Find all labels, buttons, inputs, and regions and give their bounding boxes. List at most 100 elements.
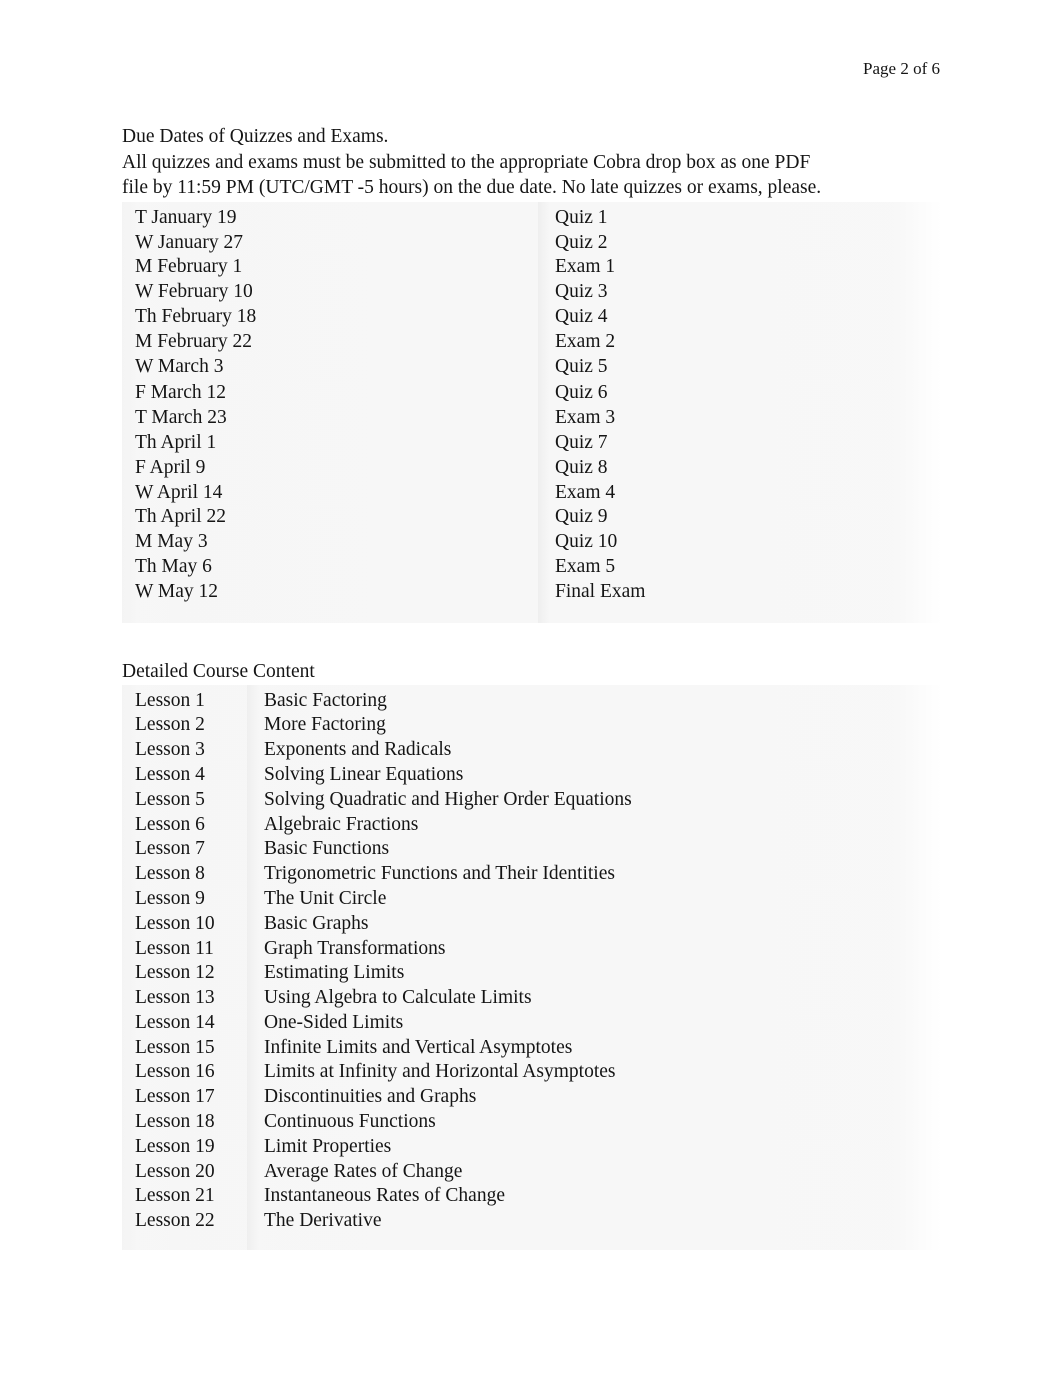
due-date-cell: M May 3 [122,530,538,555]
assessment-cell: Quiz 10 [538,530,942,555]
lesson-topic-cell: More Factoring [247,713,942,739]
course-content-heading: Detailed Course Content [122,660,315,682]
table-row: Lesson 10 Basic Graphs [122,911,942,937]
table-row: W February 10 Quiz 3 [122,280,942,305]
table-row: W May 12 Final Exam [122,579,942,623]
table-row: M May 3 Quiz 10 [122,530,942,555]
assessment-cell: Quiz 3 [538,280,942,305]
document-body: Due Dates of Quizzes and Exams. All quiz… [122,124,942,1251]
lesson-number-cell: Lesson 10 [122,911,247,937]
lesson-topic-cell: Discontinuities and Graphs [247,1085,942,1111]
due-date-cell: F March 12 [122,379,538,407]
lesson-topic-cell: Basic Graphs [247,911,942,937]
assessment-cell: Final Exam [538,579,942,623]
table-row: Lesson 19 Limit Properties [122,1134,942,1160]
table-row: Lesson 16 Limits at Infinity and Horizont… [122,1060,942,1086]
lesson-topic-cell: Estimating Limits [247,961,942,987]
lesson-topic-cell: Basic Factoring [247,684,942,714]
document-page: Page 2 of 6 Due Dates of Quizzes and Exa… [0,0,1062,1376]
assessment-cell: Exam 4 [538,480,942,506]
due-date-cell: W May 12 [122,579,538,623]
lesson-number-cell: Lesson 7 [122,837,247,863]
lesson-number-cell: Lesson 17 [122,1085,247,1111]
table-row: Lesson 3 Exponents and Radicals [122,738,942,763]
due-date-cell: W February 10 [122,280,538,305]
assessment-cell: Quiz 1 [538,201,942,231]
assessment-cell: Quiz 2 [538,230,942,256]
lesson-number-cell: Lesson 2 [122,713,247,739]
table-row: Th February 18 Quiz 4 [122,304,942,330]
table-row: Th May 6 Exam 5 [122,554,942,580]
lesson-topic-cell: Continuous Functions [247,1110,942,1135]
table-row: Lesson 5 Solving Quadratic and Higher Ord… [122,787,942,813]
lesson-topic-cell: Trigonometric Functions and Their Identi… [247,862,942,887]
assessment-cell: Exam 3 [538,406,942,431]
lesson-number-cell: Lesson 21 [122,1184,247,1210]
table-row: Lesson 8 Trigonometric Functions and Thei… [122,862,942,887]
lesson-topic-cell: Basic Functions [247,837,942,863]
table-row: Lesson 2 More Factoring [122,713,942,739]
table-row: Lesson 15 Infinite Limits and Vertical As… [122,1035,942,1061]
lesson-number-cell: Lesson 16 [122,1060,247,1086]
table-row: Lesson 20 Average Rates of Change [122,1159,942,1185]
lesson-topic-cell: Algebraic Fractions [247,812,942,838]
lesson-topic-cell: Using Algebra to Calculate Limits [247,986,942,1011]
due-date-cell: W March 3 [122,354,538,380]
table-row: M February 1 Exam 1 [122,255,942,281]
table-row: Lesson 14 One-Sided Limits [122,1010,942,1036]
due-date-cell: F April 9 [122,455,538,481]
lesson-number-cell: Lesson 20 [122,1159,247,1185]
table-row: Lesson 12 Estimating Limits [122,961,942,987]
assessment-cell: Quiz 8 [538,455,942,481]
assessment-cell: Quiz 6 [538,379,942,407]
assessment-cell: Quiz 9 [538,505,942,531]
table-row: W January 27 Quiz 2 [122,230,942,256]
table-row: Lesson 1 Basic Factoring [122,684,942,714]
course-content-table: Lesson 1 Basic Factoring Lesson 2 More Fact… [122,684,942,1251]
table-row: Lesson 9 The Unit Circle [122,886,942,912]
table-row: Lesson 7 Basic Functions [122,837,942,863]
assessment-cell: Exam 5 [538,554,942,580]
lesson-topic-cell: Average Rates of Change [247,1159,942,1185]
lesson-number-cell: Lesson 6 [122,812,247,838]
lesson-topic-cell: Exponents and Radicals [247,738,942,763]
lesson-number-cell: Lesson 3 [122,738,247,763]
due-dates-note-line-1: All quizzes and exams must be submitted … [122,151,811,173]
lesson-number-cell: Lesson 22 [122,1209,247,1251]
page-number-header: Page 2 of 6 [0,58,940,80]
due-dates-table: T January 19 Quiz 1W January 27 Quiz 2M Fe… [122,201,942,623]
table-row: Lesson 4 Solving Linear Equations [122,762,942,788]
table-row: Lesson 11 Graph Transformations [122,936,942,962]
due-date-cell: W January 27 [122,230,538,256]
due-dates-heading: Due Dates of Quizzes and Exams. [122,126,389,147]
due-dates-intro: Due Dates of Quizzes and Exams. All quiz… [122,124,942,201]
lesson-number-cell: Lesson 4 [122,762,247,788]
table-row: Lesson 21 Instantaneous Rates of Change [122,1184,942,1210]
lesson-number-cell: Lesson 12 [122,961,247,987]
assessment-cell: Exam 1 [538,255,942,281]
lesson-number-cell: Lesson 9 [122,886,247,912]
lesson-topic-cell: The Derivative [247,1209,942,1251]
due-date-cell: Th April 22 [122,505,538,531]
lesson-topic-cell: Limits at Infinity and Horizontal Asympt… [247,1060,942,1086]
table-row: W April 14 Exam 4 [122,480,942,506]
lesson-number-cell: Lesson 5 [122,787,247,813]
lesson-number-cell: Lesson 8 [122,862,247,887]
lesson-topic-cell: Instantaneous Rates of Change [247,1184,942,1210]
lesson-number-cell: Lesson 19 [122,1134,247,1160]
due-date-cell: T January 19 [122,201,538,231]
table-row: Lesson 13 Using Algebra to Calculate Limi… [122,986,942,1011]
due-date-cell: Th May 6 [122,554,538,580]
lesson-topic-cell: Solving Linear Equations [247,762,942,788]
table-row: Lesson 18 Continuous Functions [122,1110,942,1135]
due-dates-table-body: T January 19 Quiz 1W January 27 Quiz 2M Fe… [122,201,942,623]
assessment-cell: Quiz 7 [538,430,942,456]
lesson-topic-cell: Infinite Limits and Vertical Asymptotes [247,1035,942,1061]
table-row: Th April 22 Quiz 9 [122,505,942,531]
assessment-cell: Quiz 4 [538,304,942,330]
due-date-cell: W April 14 [122,480,538,506]
lesson-number-cell: Lesson 11 [122,936,247,962]
lesson-topic-cell: Solving Quadratic and Higher Order Equat… [247,787,942,813]
table-row: M February 22 Exam 2 [122,329,942,355]
